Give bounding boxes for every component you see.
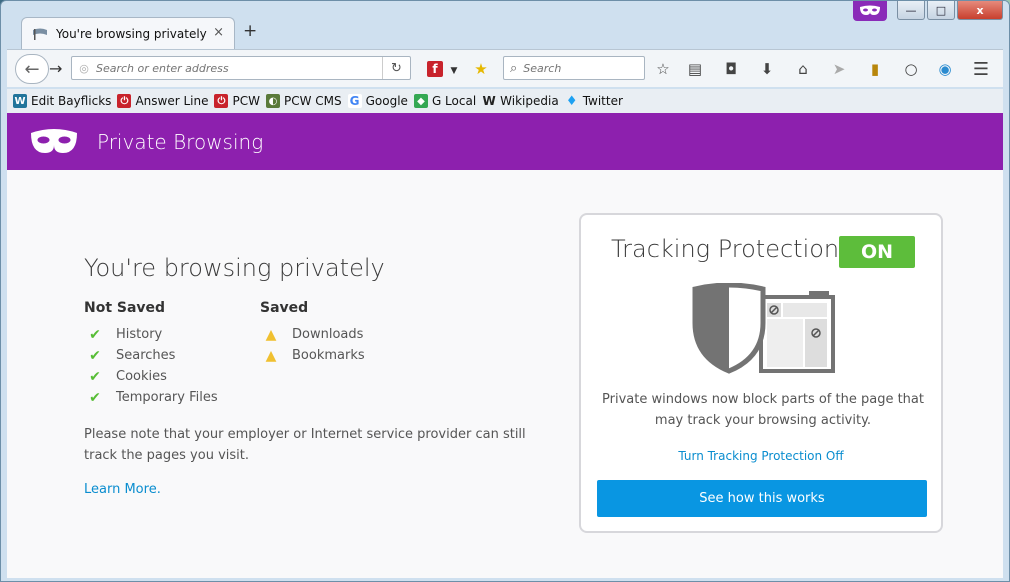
private-mask-icon [31, 128, 77, 153]
check-icon: ✔ [89, 347, 101, 364]
search-input[interactable] [523, 61, 634, 75]
warning-icon: ▲ [265, 347, 277, 364]
status-badge: ON [839, 236, 915, 268]
share-icon[interactable]: ➤ [829, 59, 849, 79]
bookmark-star-icon[interactable]: ☆ [653, 59, 673, 79]
bookmark-item[interactable]: ⏻ PCW [214, 91, 260, 111]
list-item: ✔ History [84, 324, 218, 345]
home-icon[interactable]: ⌂ [793, 59, 813, 79]
not-saved-list: Not Saved ✔ History ✔ Searches ✔ Cookies ✔ T… [84, 300, 218, 408]
drupal-icon: ◐ [265, 94, 280, 108]
private-mask-icon [853, 1, 887, 21]
url-input[interactable] [96, 61, 382, 75]
window-border [1003, 1, 1009, 581]
page-content: Private Browsing You're browsing private… [7, 113, 1003, 578]
search-icon: ⌕ [510, 60, 518, 76]
bookmark-item[interactable]: ◐ PCW CMS [265, 91, 342, 111]
main-panel: You're browsing privately Not Saved ✔ His… [7, 170, 1003, 578]
bookmark-item[interactable]: ⏻ Answer Line [117, 91, 208, 111]
chat-icon[interactable]: ○ [901, 59, 921, 79]
tracking-description: Private windows now block parts of the p… [602, 392, 924, 428]
reload-icon[interactable]: ↻ [382, 57, 410, 79]
bookmark-item[interactable]: ◆ G Local [413, 91, 476, 111]
maximize-button[interactable]: □ [927, 1, 955, 20]
power-icon: ⏻ [214, 94, 229, 108]
tab-title: You're browsing privately [56, 26, 207, 41]
tab-close-icon[interactable]: × [213, 25, 224, 40]
list-item: ▲ Downloads [260, 324, 365, 345]
tracking-protection-title: Tracking Protection [611, 235, 840, 263]
saved-title: Saved [260, 300, 309, 316]
privacy-note: Please note that your employer or Intern… [84, 427, 526, 463]
reading-list-icon[interactable]: ▤ [685, 59, 705, 79]
address-bar[interactable]: ◎ ↻ [71, 56, 411, 80]
warning-icon: ▲ [265, 326, 277, 343]
search-bar[interactable]: ⌕ [503, 56, 645, 80]
check-icon: ✔ [89, 389, 101, 406]
menu-icon[interactable]: ☰ [971, 59, 991, 80]
bookmark-item[interactable]: ♦ Twitter [565, 91, 623, 111]
private-browsing-header: Private Browsing [7, 113, 1003, 170]
window-controls: — □ x [853, 1, 1003, 21]
flash-dropdown-icon[interactable]: ▼ [444, 61, 464, 81]
pocket-icon[interactable]: ◘ [721, 59, 741, 79]
bookmarks-toolbar: W Edit Bayflicks ⏻ Answer Line ⏻ PCW ◐ PCW C… [7, 89, 1005, 113]
list-item: ✔ Temporary Files [84, 387, 217, 408]
not-saved-title: Not Saved [84, 300, 166, 316]
list-item: ✔ Cookies [84, 366, 218, 387]
google-icon: G [347, 94, 362, 108]
identity-icon[interactable]: ◎ [72, 62, 96, 75]
tab-private[interactable]: You're browsing privately × [21, 17, 235, 49]
forward-button[interactable]: → [49, 59, 62, 78]
power-icon: ⏻ [117, 94, 132, 108]
list-item: ✔ Searches [84, 345, 218, 366]
bookmark-item[interactable]: G Google [347, 91, 408, 111]
tracking-protection-card: Tracking Protection ON Private windows n… [579, 213, 943, 533]
title-bar: You're browsing privately × + — □ x [1, 1, 1009, 49]
extension-icon[interactable]: ▮ [865, 59, 885, 79]
back-arrow-icon: ← [24, 58, 40, 80]
wikipedia-icon: W [482, 94, 496, 108]
turn-off-tracking-link[interactable]: Turn Tracking Protection Off [581, 449, 941, 463]
check-icon: ✔ [89, 326, 101, 343]
bookmark-item[interactable]: W Wikipedia [482, 91, 559, 111]
list-item: ▲ Bookmarks [260, 345, 365, 366]
check-icon: ✔ [89, 368, 101, 385]
navigation-toolbar: ← → ◎ ↻ f ▼ ★ ⌕ ☆ ▤ ◘ ⬇ ⌂ ➤ ▮ ○ ◉ ☰ [7, 49, 1005, 87]
private-tab-icon [33, 28, 47, 40]
twitter-icon: ♦ [565, 93, 578, 109]
flash-icon[interactable]: f [427, 61, 443, 77]
minimize-button[interactable]: — [897, 1, 925, 20]
maps-icon: ◆ [413, 94, 428, 108]
new-tab-button[interactable]: + [243, 21, 257, 41]
extension-star-icon[interactable]: ★ [471, 59, 491, 79]
saved-list: Saved ▲ Downloads ▲ Bookmarks [260, 300, 365, 366]
main-heading: You're browsing privately [84, 254, 385, 282]
sync-icon[interactable]: ◉ [935, 59, 955, 79]
learn-more-link[interactable]: Learn More. [84, 482, 161, 497]
back-button[interactable]: ← [15, 54, 49, 84]
shield-icon [692, 283, 835, 374]
bookmark-item[interactable]: W Edit Bayflicks [13, 91, 111, 111]
downloads-icon[interactable]: ⬇ [757, 59, 777, 79]
see-how-it-works-button[interactable]: See how this works [597, 480, 927, 517]
page-title: Private Browsing [97, 129, 264, 154]
close-window-button[interactable]: x [957, 1, 1003, 20]
wordpress-icon: W [13, 94, 27, 108]
browser-window: You're browsing privately × + — □ x ← → … [0, 0, 1010, 582]
